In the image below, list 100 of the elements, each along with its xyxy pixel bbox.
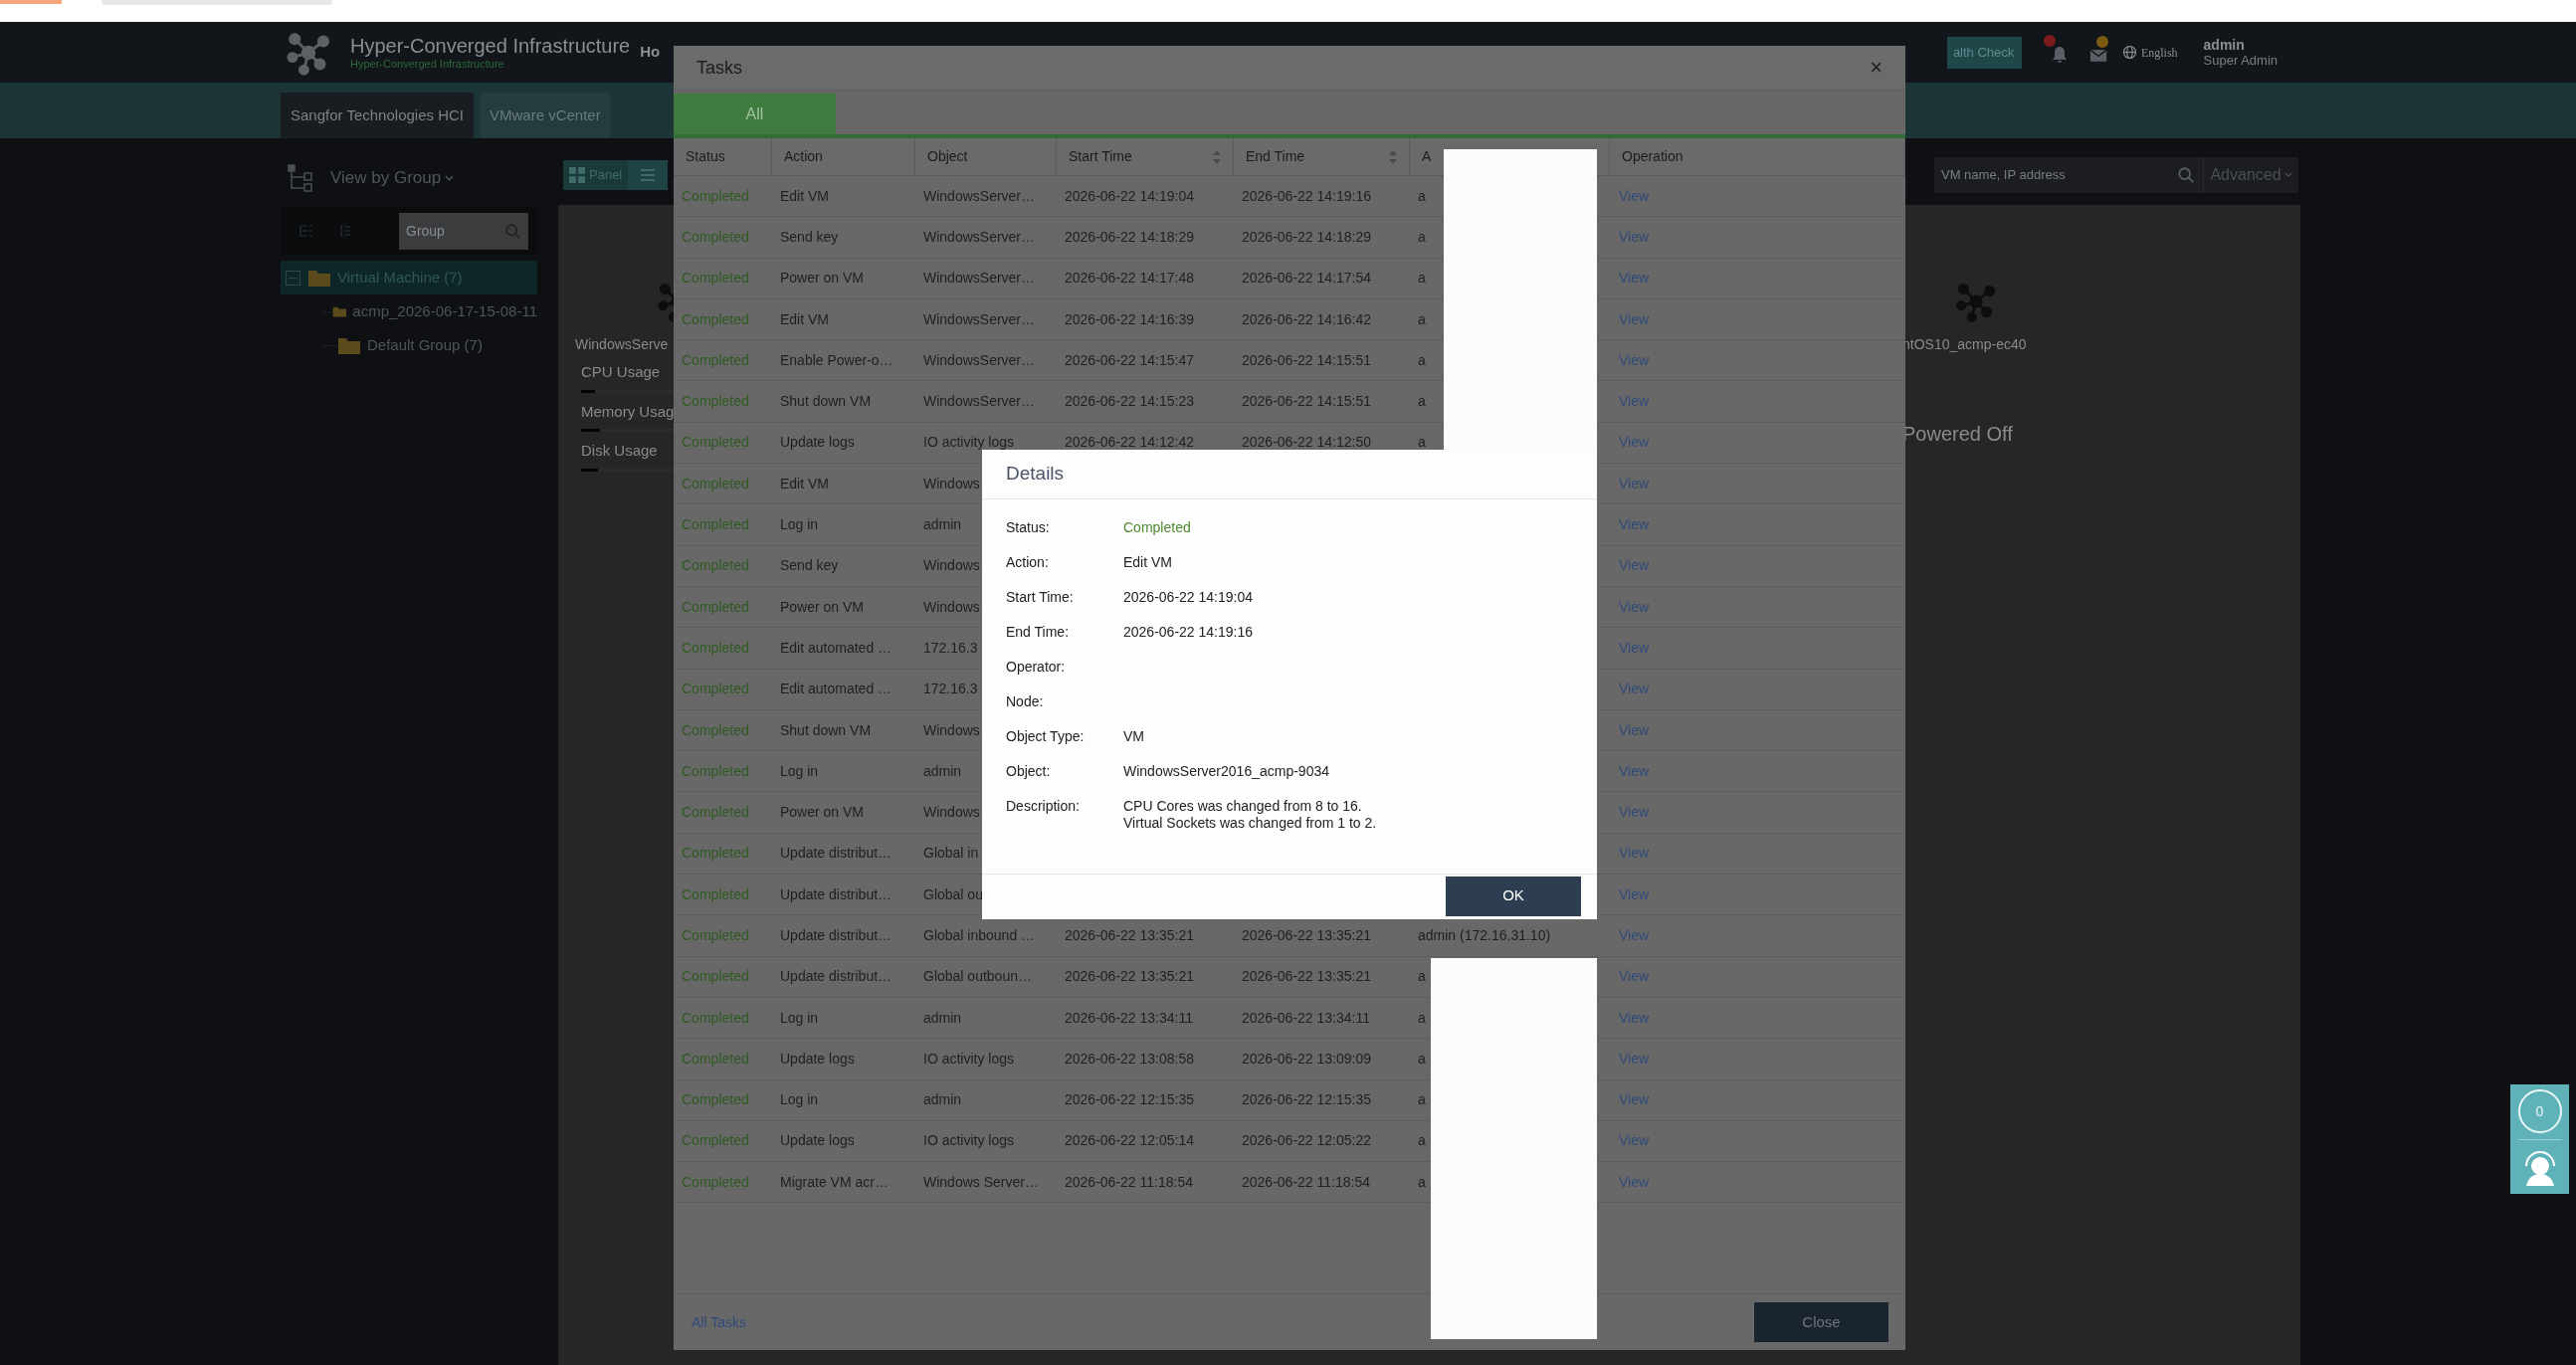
expand-tree-icon[interactable]	[298, 223, 314, 239]
platform-tab[interactable]: Sangfor Technologies HCI	[281, 93, 474, 138]
tree-item[interactable]: acmp_2026-06-17-15-08-11	[281, 294, 537, 328]
view-selector[interactable]: View by Group	[330, 165, 455, 191]
table-cell-text: IO activity logs	[923, 433, 1015, 453]
table-cell-text: Global outboun…	[923, 967, 1032, 987]
close-button[interactable]: Close	[1754, 1302, 1888, 1342]
view-link[interactable]: View	[1619, 226, 1650, 248]
table-cell-text: 2026-06-22 14:12:42	[1065, 433, 1194, 453]
product-title: Hyper-Converged Infrastructure	[350, 34, 631, 58]
table-cell-text: Global inbound …	[923, 926, 1036, 945]
table-cell-text: Power on VM	[780, 269, 865, 289]
table-cell-text: 2026-06-22 13:35:21	[1242, 967, 1371, 987]
sort-icon[interactable]	[1389, 149, 1397, 164]
table-cell-text: Completed	[682, 844, 749, 864]
table-cell-text: 2026-06-22 13:35:21	[1065, 926, 1194, 945]
view-link[interactable]: View	[1619, 1048, 1650, 1070]
field-label: Operator:	[1006, 658, 1067, 677]
dialog-title: Tasks	[696, 56, 742, 80]
table-cell-text: Global ou	[923, 884, 983, 904]
mail-icon[interactable]	[2088, 47, 2107, 63]
table-cell-text: Completed	[682, 1172, 749, 1192]
platform-tab[interactable]: VMware vCenter	[480, 93, 611, 138]
filter-tab[interactable]: All	[674, 94, 836, 134]
view-link[interactable]: View	[1619, 185, 1650, 207]
search-field[interactable]: VM name, IP address	[1934, 156, 2203, 193]
view-link[interactable]: View	[1619, 1130, 1650, 1152]
tree-item[interactable]: Default Group (7)	[281, 328, 537, 362]
support-widget[interactable]: 0	[2510, 1084, 2569, 1194]
table-cell-text: 2026-06-22 13:09:09	[1242, 1049, 1371, 1069]
view-link[interactable]: View	[1619, 1007, 1650, 1029]
table-cell-text: Completed	[682, 638, 749, 658]
vm-icon[interactable]	[1955, 281, 1997, 322]
tab-fragment[interactable]	[0, 0, 62, 4]
table-cell-text: a	[1418, 309, 1426, 329]
close-button[interactable]: ×	[1870, 57, 1882, 79]
sort-icon[interactable]	[1213, 149, 1221, 164]
column-header[interactable]: Start Time	[1069, 146, 1132, 167]
table-cell-text: a	[1418, 1049, 1426, 1069]
field-label: Start Time:	[1006, 588, 1075, 607]
collapse-toggle-icon[interactable]	[286, 270, 300, 286]
view-link[interactable]: View	[1619, 966, 1650, 988]
language-selector[interactable]: English	[2140, 43, 2178, 62]
view-link[interactable]: View	[1619, 719, 1650, 741]
view-link[interactable]: View	[1619, 596, 1650, 618]
table-cell-text: Shut down VM	[780, 392, 872, 412]
table-cell-text: a	[1418, 392, 1426, 412]
view-link[interactable]: View	[1619, 555, 1650, 577]
view-link[interactable]: View	[1619, 308, 1650, 330]
table-cell-text: Update logs	[780, 1049, 855, 1069]
vm-name[interactable]: ntOS10_acmp-ec40	[1902, 335, 2027, 353]
table-cell-text: WindowsServer…	[923, 186, 1036, 206]
table-cell-text: Completed	[682, 680, 749, 699]
table-cell-text: a	[1418, 269, 1426, 289]
view-link[interactable]: View	[1619, 349, 1650, 371]
health-check-button[interactable]: alth Check	[1946, 36, 2022, 69]
ok-button[interactable]: OK	[1446, 876, 1581, 916]
search-field[interactable]: Group	[399, 212, 528, 250]
user-name[interactable]: admin	[2203, 37, 2278, 53]
table-cell-text: 172.16.3	[923, 638, 978, 658]
table-cell-text: Completed	[682, 350, 749, 370]
view-link[interactable]: View	[1619, 268, 1650, 290]
list-view-button[interactable]	[628, 159, 669, 190]
table-cell-text: Completed	[682, 720, 749, 740]
search-icon[interactable]	[504, 222, 521, 240]
view-link[interactable]: View	[1619, 883, 1650, 905]
column-header[interactable]: End Time	[1246, 146, 1305, 167]
table-cell-text: Windows Server…	[923, 1172, 1039, 1192]
table-cell-text: 2026-06-22 12:05:22	[1242, 1131, 1371, 1151]
view-link[interactable]: View	[1619, 637, 1650, 659]
table-cell-text: Log in	[780, 1008, 819, 1028]
table-cell-text: Completed	[682, 803, 749, 823]
view-link[interactable]: View	[1619, 925, 1650, 946]
metric-label: CPU Usage	[581, 362, 661, 382]
vm-name[interactable]: WindowsServe	[575, 335, 669, 353]
table-cell-text: admin	[923, 515, 962, 534]
view-link[interactable]: View	[1619, 473, 1650, 494]
field-label: Node:	[1006, 692, 1045, 711]
table-cell-text: IO activity logs	[923, 1131, 1015, 1151]
all-tasks-link[interactable]: All Tasks	[692, 1311, 746, 1333]
view-link[interactable]: View	[1619, 679, 1650, 700]
table-cell-text: 2026-06-22 14:15:23	[1065, 392, 1194, 412]
table-cell-text: 2026-06-22 13:34:11	[1065, 1008, 1193, 1028]
search-icon[interactable]	[2177, 165, 2195, 184]
view-link[interactable]: View	[1619, 802, 1650, 824]
dialog-title: Details	[1006, 462, 1065, 487]
grid-icon	[569, 166, 585, 183]
table-cell-text: 2026-06-22 12:05:14	[1065, 1131, 1194, 1151]
view-link[interactable]: View	[1619, 514, 1650, 535]
nav-item[interactable]: Ho	[640, 41, 661, 64]
view-link[interactable]: View	[1619, 760, 1650, 782]
folder-icon	[337, 335, 361, 355]
view-link[interactable]: View	[1619, 432, 1650, 454]
view-link[interactable]: View	[1619, 391, 1650, 413]
globe-icon[interactable]	[2121, 45, 2137, 60]
view-link[interactable]: View	[1619, 1089, 1650, 1111]
view-link[interactable]: View	[1619, 843, 1650, 865]
table-cell-text: Completed	[682, 1131, 749, 1151]
table-cell-text: 2026-06-22 14:16:42	[1242, 309, 1371, 329]
view-link[interactable]: View	[1619, 1171, 1650, 1193]
